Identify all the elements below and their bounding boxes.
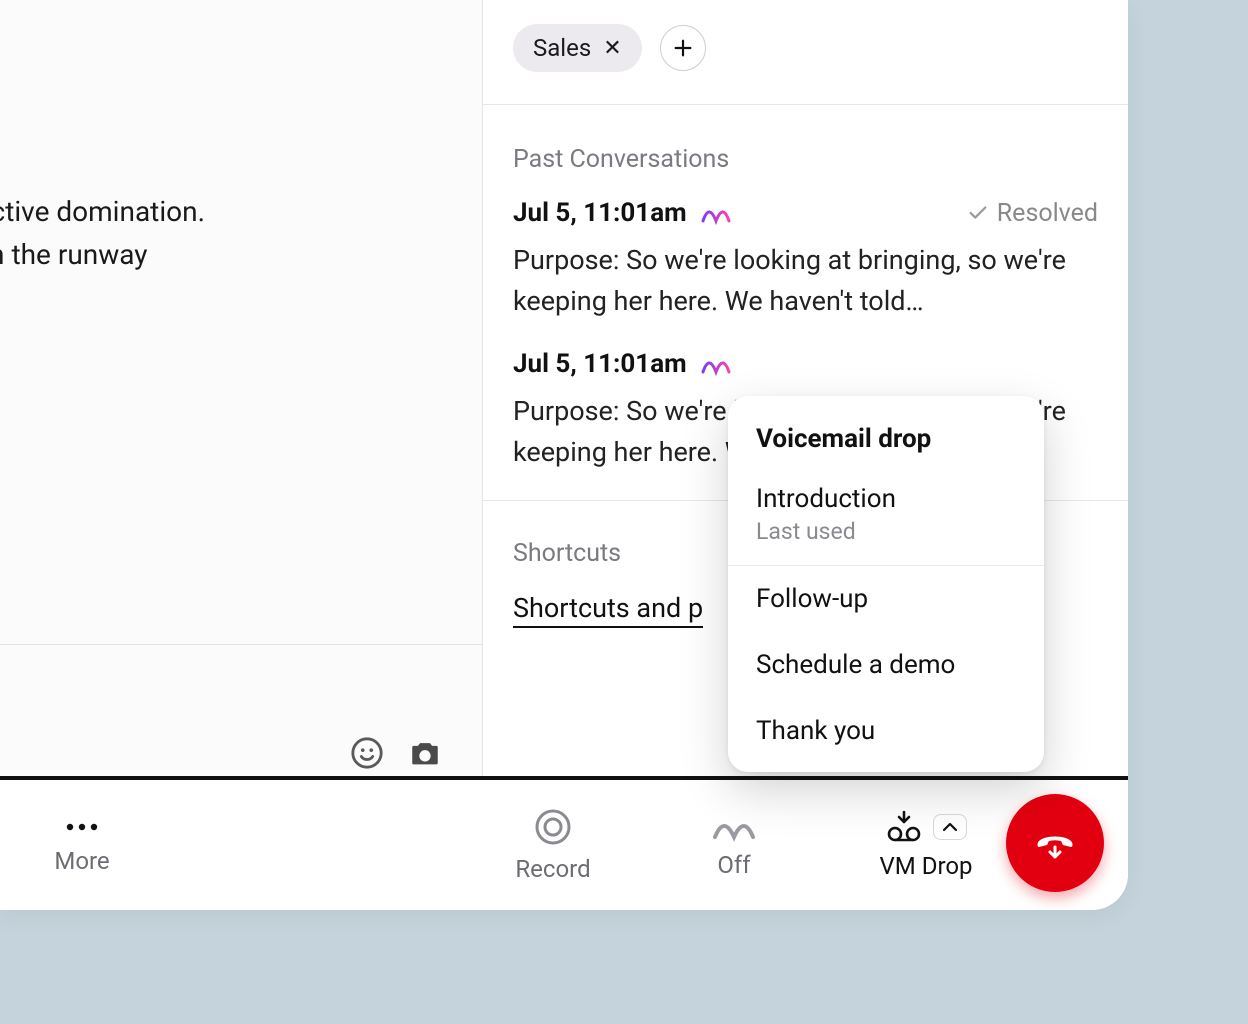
record-button[interactable]: Record [498, 807, 608, 883]
vm-option-follow-up[interactable]: Follow-up [728, 566, 1044, 632]
check-icon [967, 202, 989, 224]
camera-icon[interactable] [408, 736, 442, 770]
ai-icon [701, 352, 731, 376]
conversation-header: Jul 5, 11:01am Resolved [513, 198, 1098, 228]
message-line-1: s to ensure proactive domination. [0, 190, 462, 233]
conversation-date: Jul 5, 11:01am [513, 349, 687, 379]
more-button[interactable]: More [36, 815, 128, 875]
vm-drop-label: VM Drop [880, 852, 973, 880]
composer-toolbar [350, 736, 442, 770]
vm-option-sublabel: Last used [728, 518, 1044, 565]
vm-drop-button[interactable]: VM Drop [846, 810, 1006, 880]
voicemail-drop-icon [885, 810, 923, 844]
close-icon[interactable]: ✕ [603, 36, 621, 61]
ai-icon [701, 201, 731, 225]
ai-icon [711, 811, 757, 843]
tag-sales[interactable]: Sales ✕ [513, 24, 642, 72]
ellipsis-icon [62, 815, 102, 839]
ai-off-button[interactable]: Off [694, 811, 774, 879]
tag-row: Sales ✕ [483, 0, 1128, 105]
resolved-badge: Resolved [967, 199, 1098, 228]
left-pane: s to ensure proactive domination. jenera… [0, 0, 482, 910]
more-label: More [54, 847, 109, 875]
hangup-icon [1029, 817, 1081, 869]
conversation-body: Purpose: So we're looking at bringing, s… [513, 240, 1098, 321]
record-icon [533, 807, 573, 847]
off-label: Off [717, 851, 750, 879]
voicemail-drop-menu: Voicemail drop Introduction Last used Fo… [728, 396, 1044, 772]
vm-option-introduction[interactable]: Introduction [728, 466, 1044, 518]
past-conversations-title: Past Conversations [483, 105, 1128, 198]
call-toolbar: More Record Off VM Drop [0, 776, 1128, 910]
tag-label: Sales [533, 34, 591, 62]
record-label: Record [515, 855, 590, 883]
emoji-icon[interactable] [350, 736, 384, 770]
add-tag-button[interactable] [660, 25, 706, 71]
vm-option-thank-you[interactable]: Thank you [728, 698, 1044, 772]
conversation-header: Jul 5, 11:01am [513, 349, 1098, 379]
app-frame: s to ensure proactive domination. jenera… [0, 0, 1128, 910]
resolved-label: Resolved [997, 199, 1098, 228]
divider [0, 644, 482, 645]
vm-option-schedule-demo[interactable]: Schedule a demo [728, 632, 1044, 698]
conversation-item[interactable]: Jul 5, 11:01am Resolved Purpose: So we'r… [483, 198, 1128, 349]
end-call-button[interactable] [1006, 794, 1104, 892]
shortcuts-link[interactable]: Shortcuts and p [513, 592, 703, 628]
conversation-date: Jul 5, 11:01am [513, 198, 687, 228]
message-line-2: jeneration X is on the runway [0, 233, 462, 276]
voicemail-drop-title: Voicemail drop [728, 396, 1044, 466]
chevron-up-icon[interactable] [933, 814, 967, 840]
right-pane: Sales ✕ Past Conversations Jul 5, 11:01a… [482, 0, 1128, 910]
message-text: s to ensure proactive domination. jenera… [0, 190, 462, 277]
